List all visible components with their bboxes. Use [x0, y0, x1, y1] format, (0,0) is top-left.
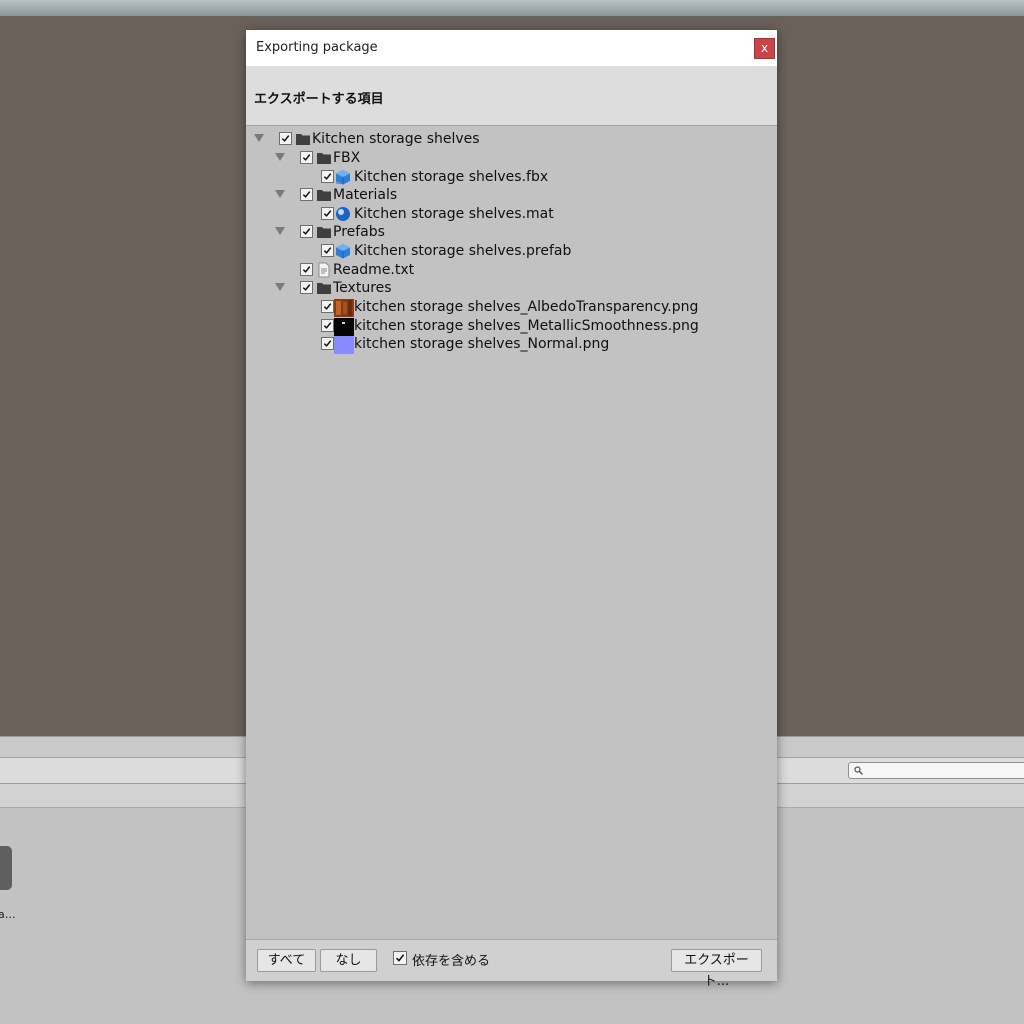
checkmark-icon [323, 210, 332, 217]
project-search-input[interactable] [848, 762, 1024, 779]
tree-item-label: kitchen storage shelves_MetallicSmoothne… [354, 318, 699, 334]
item-checkbox[interactable] [300, 188, 313, 201]
expand-arrow-icon[interactable] [254, 134, 264, 142]
folder-icon [316, 150, 332, 166]
folder-icon [316, 280, 332, 296]
item-checkbox[interactable] [300, 151, 313, 164]
dialog-header: エクスポートする項目 [246, 66, 777, 126]
item-checkbox[interactable] [321, 244, 334, 257]
albedo-texture-icon [334, 299, 354, 317]
select-none-button[interactable]: なし [320, 949, 377, 972]
normal-texture-icon [334, 336, 354, 354]
item-checkbox[interactable] [321, 319, 334, 332]
tree-item-label: kitchen storage shelves_AlbedoTransparen… [354, 299, 699, 315]
metallic-texture-icon [334, 318, 354, 336]
export-button[interactable]: エクスポート... [671, 949, 762, 989]
dialog-titlebar[interactable]: Exporting package x [246, 30, 777, 66]
folder-icon [316, 187, 332, 203]
checkmark-icon [323, 303, 332, 310]
header-title: エクスポートする項目 [254, 92, 384, 107]
tree-item-label: Prefabs [333, 224, 385, 240]
checkmark-icon [323, 322, 332, 329]
select-all-button[interactable]: すべて [257, 949, 316, 972]
tree-item-label: Readme.txt [333, 262, 415, 278]
item-checkbox[interactable] [279, 132, 292, 145]
tree-item-label: Kitchen storage shelves.mat [354, 206, 554, 222]
prefab-icon [335, 243, 351, 259]
item-checkbox[interactable] [321, 170, 334, 183]
item-checkbox[interactable] [300, 263, 313, 276]
material-icon [335, 206, 351, 222]
item-checkbox[interactable] [300, 281, 313, 294]
tree-item-label: Textures [333, 280, 392, 296]
checkmark-icon [323, 247, 332, 254]
tree-row[interactable]: Readme.txt [246, 261, 777, 279]
tree-row[interactable]: FBX [246, 149, 777, 167]
checkmark-icon [302, 284, 311, 291]
folder-icon [295, 131, 311, 147]
tree-item-label: Materials [333, 187, 398, 203]
checkmark-icon [302, 266, 311, 273]
export-item-tree: Kitchen storage shelves FBX Kitchen storag… [246, 127, 777, 939]
include-dependencies-label[interactable]: 依存を含める [412, 950, 490, 969]
tree-row[interactable]: kitchen storage shelves_MetallicSmoothne… [246, 317, 777, 336]
asset-label[interactable]: a… [0, 908, 16, 921]
checkmark-icon [323, 173, 332, 180]
tree-item-label: Kitchen storage shelves.prefab [354, 243, 572, 259]
text-file-icon [316, 262, 332, 278]
model-icon [335, 169, 351, 185]
expand-arrow-icon[interactable] [275, 190, 285, 198]
folder-icon [316, 224, 332, 240]
include-dependencies-checkbox[interactable] [393, 951, 407, 965]
close-button[interactable]: x [754, 38, 775, 59]
item-checkbox[interactable] [321, 207, 334, 220]
expand-arrow-icon[interactable] [275, 283, 285, 291]
tree-row[interactable]: Textures [246, 279, 777, 297]
dialog-title: Exporting package [256, 40, 378, 55]
search-icon [854, 766, 863, 775]
tree-item-label: FBX [333, 150, 361, 166]
asset-thumbnail[interactable] [0, 846, 12, 890]
expand-arrow-icon[interactable] [275, 153, 285, 161]
tree-row[interactable]: Kitchen storage shelves.mat [246, 205, 777, 223]
item-checkbox[interactable] [321, 337, 334, 350]
expand-arrow-icon[interactable] [275, 227, 285, 235]
editor-top-strip [0, 0, 1024, 16]
checkmark-icon [281, 135, 290, 142]
checkmark-icon [302, 228, 311, 235]
checkmark-icon [302, 191, 311, 198]
tree-row[interactable]: Kitchen storage shelves [246, 130, 777, 148]
export-package-dialog: Exporting package x エクスポートする項目 Kitchen s… [246, 30, 777, 989]
tree-row[interactable]: Kitchen storage shelves.prefab [246, 242, 777, 260]
tree-row[interactable]: Kitchen storage shelves.fbx [246, 168, 777, 186]
tree-row[interactable]: Prefabs [246, 223, 777, 241]
tree-item-label: Kitchen storage shelves.fbx [354, 169, 549, 185]
tree-item-label: kitchen storage shelves_Normal.png [354, 336, 610, 352]
tree-row[interactable]: kitchen storage shelves_AlbedoTransparen… [246, 298, 777, 317]
tree-row[interactable]: kitchen storage shelves_Normal.png [246, 335, 777, 354]
checkmark-icon [323, 340, 332, 347]
checkmark-icon [395, 954, 405, 962]
checkmark-icon [302, 154, 311, 161]
dialog-footer: すべて なし 依存を含める エクスポート... [246, 939, 777, 989]
item-checkbox[interactable] [300, 225, 313, 238]
item-checkbox[interactable] [321, 300, 334, 313]
tree-item-label: Kitchen storage shelves [312, 131, 480, 147]
tree-row[interactable]: Materials [246, 186, 777, 204]
